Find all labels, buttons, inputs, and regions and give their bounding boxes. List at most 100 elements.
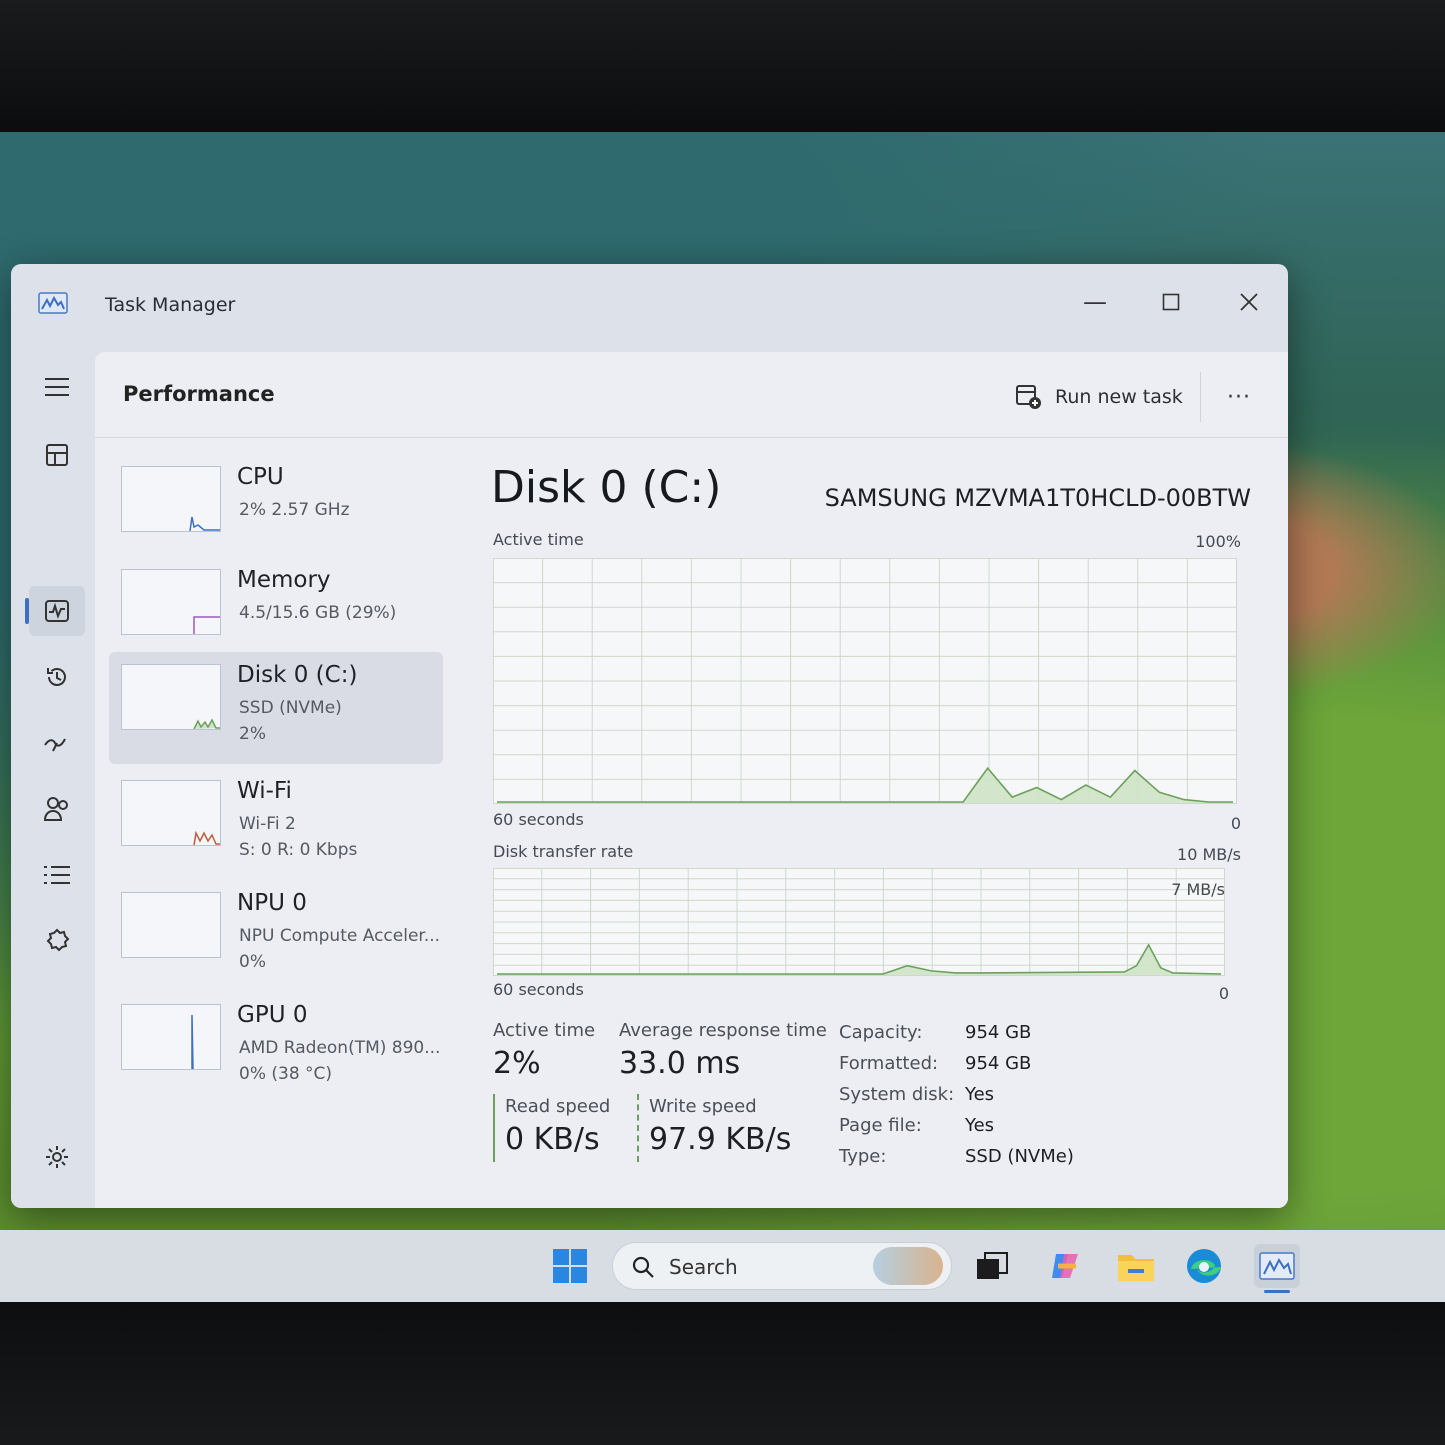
nav-startup-apps[interactable]	[29, 718, 85, 768]
task-view-icon	[977, 1252, 1008, 1279]
search-placeholder: Search	[669, 1255, 738, 1279]
device-name: Disk 0 (C:)	[237, 662, 358, 688]
minimize-button[interactable]: —	[1065, 282, 1125, 322]
disk-title: Disk 0 (C:)	[491, 462, 722, 513]
task-manager-icon	[1259, 1252, 1295, 1280]
read-speed-value: 0 KB/s	[505, 1122, 600, 1157]
copilot-icon	[1052, 1254, 1078, 1278]
nav-processes[interactable]	[29, 430, 85, 480]
formatted-label: Formatted:	[839, 1053, 939, 1074]
taskbar-search[interactable]: Search	[612, 1242, 952, 1290]
nav-users[interactable]	[29, 784, 85, 834]
write-speed-legend-line	[637, 1094, 639, 1162]
capacity-value: 954 GB	[965, 1022, 1032, 1043]
header-divider	[1200, 372, 1201, 422]
memory-thumbnail-graph	[121, 569, 221, 635]
search-icon	[632, 1256, 654, 1278]
task-manager-app-icon	[38, 292, 68, 314]
gpu-thumbnail-graph	[121, 1004, 221, 1070]
nav-details[interactable]	[29, 850, 85, 900]
monitor-bezel-top	[0, 0, 1445, 132]
task-manager-taskbar-button[interactable]	[1254, 1244, 1300, 1293]
read-speed-legend-line	[493, 1094, 495, 1162]
search-highlight-image	[873, 1247, 943, 1285]
transfer-rate-chart-span: 60 seconds	[493, 980, 584, 999]
transfer-rate-chart	[493, 868, 1225, 976]
nav-performance[interactable]	[29, 586, 85, 636]
minimize-icon: —	[1083, 288, 1107, 316]
performance-icon	[45, 600, 69, 622]
nav-services[interactable]	[29, 916, 85, 966]
users-icon	[43, 797, 68, 821]
edge-browser-button[interactable]	[1184, 1246, 1224, 1286]
disk-thumbnail-graph	[121, 664, 221, 730]
device-detail: AMD Radeon(TM) 890...	[239, 1038, 441, 1058]
avg-response-value: 33.0 ms	[619, 1046, 741, 1081]
device-usage: 2%	[239, 724, 266, 744]
copilot-button[interactable]	[1046, 1246, 1086, 1286]
active-time-chart-max: 100%	[1195, 532, 1241, 551]
folder-icon	[1118, 1255, 1154, 1281]
device-name: Memory	[237, 567, 331, 593]
maximize-icon	[1162, 293, 1180, 311]
startup-icon	[44, 738, 66, 752]
start-button[interactable]	[550, 1246, 590, 1286]
system-disk-label: System disk:	[839, 1084, 955, 1105]
edge-icon	[1187, 1249, 1221, 1283]
transfer-rate-chart-marker: 7 MB/s	[1171, 880, 1225, 899]
device-name: Wi-Fi	[237, 778, 292, 804]
wifi-thumbnail-graph	[121, 780, 221, 846]
device-item-gpu-0[interactable]: GPU 0 AMD Radeon(TM) 890... 0% (38 °C)	[109, 992, 443, 1104]
running-indicator	[1264, 1290, 1290, 1293]
device-item-npu-0[interactable]: NPU 0 NPU Compute Acceler... 0%	[109, 880, 443, 992]
maximize-button[interactable]	[1141, 282, 1201, 322]
more-icon: ···	[1227, 384, 1251, 410]
active-time-chart	[493, 558, 1237, 804]
formatted-value: 954 GB	[965, 1053, 1032, 1074]
device-item-cpu[interactable]: CPU 2% 2.57 GHz	[109, 454, 443, 566]
type-value: SSD (NVMe)	[965, 1146, 1074, 1167]
close-icon	[1240, 293, 1258, 311]
device-usage: 0%	[239, 952, 266, 972]
title-bar[interactable]: Task Manager —	[11, 264, 1288, 352]
device-detail: NPU Compute Acceler...	[239, 926, 441, 946]
device-usage: 0% (38 °C)	[239, 1064, 333, 1084]
close-button[interactable]	[1219, 282, 1279, 322]
system-disk-value: Yes	[965, 1084, 995, 1105]
write-speed-value: 97.9 KB/s	[649, 1122, 792, 1157]
avg-response-label: Average response time	[619, 1020, 827, 1041]
disk-model: SAMSUNG MZVMA1T0HCLD-00BTW	[824, 484, 1251, 512]
page-header: Performance Run new task ···	[95, 352, 1288, 438]
page-title: Performance	[123, 382, 275, 406]
disk-detail-pane: Disk 0 (C:) SAMSUNG MZVMA1T0HCLD-00BTW A…	[491, 462, 1251, 1182]
read-speed-label: Read speed	[505, 1096, 611, 1117]
nav-app-history[interactable]	[29, 652, 85, 702]
menu-button[interactable]	[29, 362, 85, 412]
cpu-thumbnail-graph	[121, 466, 221, 532]
more-options-button[interactable]: ···	[1217, 380, 1261, 414]
window-title: Task Manager	[105, 294, 236, 316]
nav-settings[interactable]	[29, 1132, 85, 1182]
transfer-rate-chart-max: 10 MB/s	[1177, 845, 1241, 864]
run-new-task-button[interactable]: Run new task	[1015, 380, 1183, 414]
npu-thumbnail-graph	[121, 892, 221, 958]
device-item-wifi[interactable]: Wi-Fi Wi-Fi 2 S: 0 R: 0 Kbps	[109, 768, 443, 880]
processes-icon	[46, 444, 68, 466]
hamburger-icon	[45, 378, 69, 396]
file-explorer-button[interactable]	[1116, 1246, 1156, 1286]
device-usage: S: 0 R: 0 Kbps	[239, 840, 358, 860]
page-file-label: Page file:	[839, 1115, 922, 1136]
transfer-rate-chart-min: 0	[1218, 984, 1229, 1003]
history-icon	[47, 668, 66, 686]
active-time-chart-label: Active time	[493, 530, 584, 549]
type-label: Type:	[839, 1146, 887, 1167]
device-item-disk-0[interactable]: Disk 0 (C:) SSD (NVMe) 2%	[109, 652, 443, 764]
active-time-value: 2%	[493, 1046, 541, 1081]
task-view-button[interactable]	[972, 1246, 1012, 1286]
services-gear-icon	[46, 928, 70, 952]
details-list-icon	[44, 866, 70, 884]
device-detail: 2% 2.57 GHz	[239, 500, 350, 520]
write-speed-label: Write speed	[649, 1096, 757, 1117]
taskbar: Search	[0, 1230, 1445, 1302]
device-detail: Wi-Fi 2	[239, 814, 296, 834]
